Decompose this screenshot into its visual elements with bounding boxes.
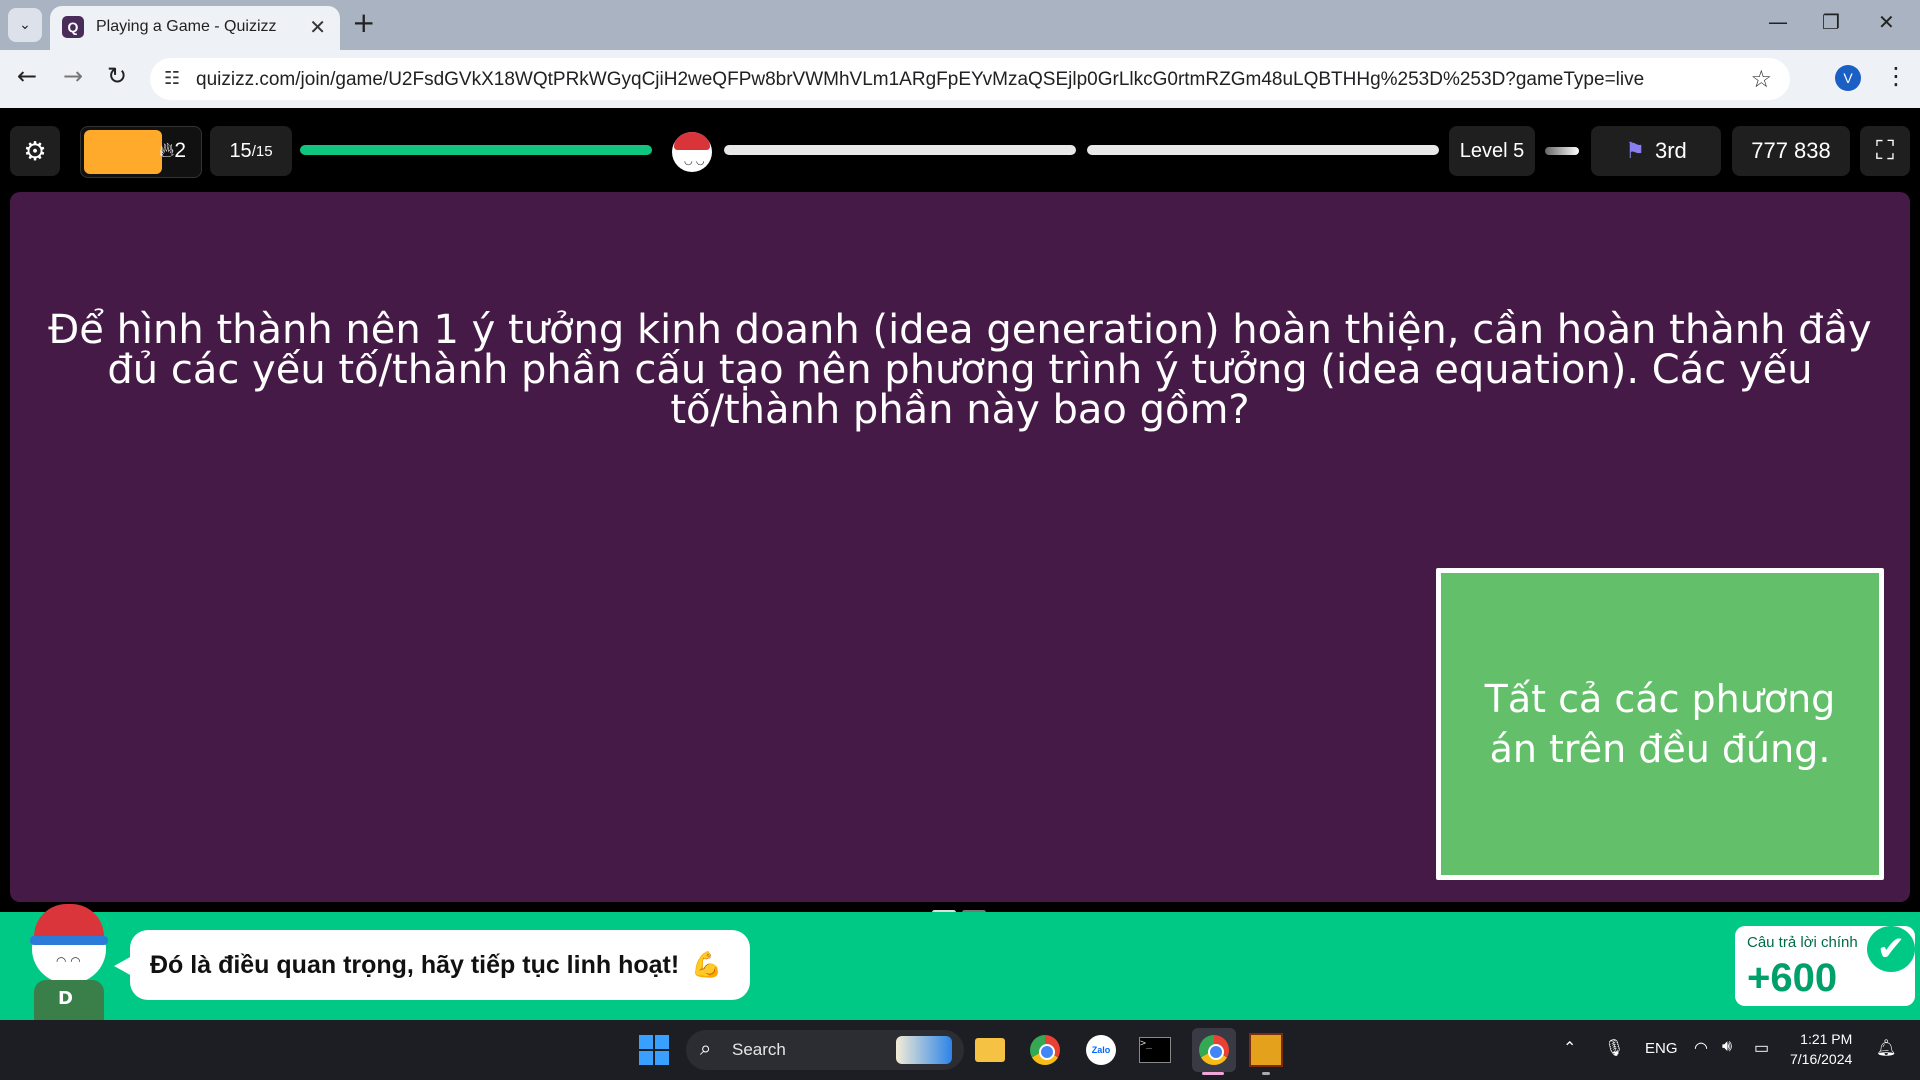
battery-icon[interactable]: ▭ [1754,1038,1769,1058]
reload-icon[interactable]: ↻ [100,62,134,90]
avatar-face: ◡ ◡ [684,156,705,167]
back-arrow-icon[interactable]: ← [10,62,44,90]
input-language[interactable]: ENG [1645,1040,1678,1057]
chrome-profile-active-icon[interactable] [1192,1028,1236,1072]
feedback-speech-bubble: Đó là điều quan trọng, hãy tiếp tục linh… [114,930,750,1000]
fullscreen-icon[interactable]: ⛶ [1860,126,1910,176]
microphone-icon[interactable]: 🎙︎ [1604,1038,1624,1058]
active-app-indicator [1202,1072,1224,1075]
tab-close-icon[interactable]: ✕ [309,15,326,39]
tab-title: Playing a Game - Quizizz [96,18,277,35]
address-bar[interactable]: ☷ quizizz.com/join/game/U2FsdGVkX18WQtPR… [150,58,1790,100]
system-clock[interactable]: 1:21 PM 7/16/2024 [1790,1029,1852,1069]
browser-tab-active[interactable]: Q Playing a Game - Quizizz ✕ [50,6,340,50]
mascot-character: ◠ ◠ D [22,892,116,1020]
streak-counter: 🔥︎2 [159,139,186,163]
zalo-icon[interactable]: Zalo [1083,1032,1119,1068]
score-display: 777 838 [1732,126,1850,176]
progress-segment-completed [300,145,652,155]
settings-gear-icon[interactable]: ⚙ [10,126,60,176]
powerup-streak-widget[interactable]: 🔥︎2 [80,126,202,178]
reward-card: Câu trả lời chính +600 ✔ [1735,926,1915,1006]
tray-overflow-chevron-icon[interactable]: ⌃ [1563,1038,1576,1058]
volume-icon[interactable]: 🔊︎ [1722,1038,1732,1056]
search-highlight-art [896,1036,952,1064]
reward-label: Câu trả lời chính [1747,934,1858,951]
taskbar-search-box[interactable]: ⌕ Search [686,1030,964,1070]
game-top-bar: ⚙ 🔥︎2 15/15 ◡ ◡ Level 5 ⚑ 3rd 777 838 ⛶ [0,108,1920,192]
search-icon: ⌕ [700,1036,712,1060]
player-avatar: ◡ ◡ [672,132,712,172]
level-progress-bar [1545,147,1579,155]
flame-icon: 🔥︎ [159,139,175,162]
clock-time: 1:21 PM [1800,1031,1853,1047]
game-app-icon[interactable] [1248,1032,1284,1068]
checkmark-icon: ✔ [1867,926,1915,972]
mascot-jacket-letter: D [58,988,73,1009]
question-total: /15 [251,142,273,160]
reward-points: +600 [1747,956,1838,1000]
clock-date: 7/16/2024 [1790,1051,1853,1067]
browser-menu-icon[interactable]: ⋮ [1884,62,1908,90]
quizizz-favicon-icon: Q [62,16,84,38]
file-explorer-icon[interactable] [972,1032,1008,1068]
terminal-icon[interactable]: >_ [1137,1032,1173,1068]
answer-option-correct[interactable]: Tất cả các phương án trên đều đúng. [1436,568,1884,880]
forward-arrow-icon[interactable]: → [56,62,90,90]
close-window-icon[interactable]: ✕ [1878,10,1895,34]
feedback-message: Đó là điều quan trọng, hãy tiếp tục linh… [150,950,680,979]
profile-avatar[interactable]: V [1835,65,1861,91]
tab-search-chevron-icon[interactable]: ⌄ [8,8,42,42]
mascot-face: ◠ ◠ [56,954,81,968]
minimize-icon[interactable]: — [1768,10,1788,34]
question-panel: Để hình thành nên 1 ý tưởng kinh doanh (… [10,192,1910,902]
bookmark-star-icon[interactable]: ☆ [1750,65,1772,93]
url-text[interactable]: quizizz.com/join/game/U2FsdGVkX18WQtPRkW… [196,69,1644,91]
notification-bell-icon[interactable]: 🔔︎ [1876,1038,1896,1058]
restore-icon[interactable]: ❐ [1822,10,1840,34]
windows-taskbar: ⌕ Search Zalo >_ ⌃ 🎙︎ ENG ◠ 🔊︎ ▭ 1:21 PM… [0,1020,1920,1080]
level-badge: Level 5 [1449,126,1535,176]
flexed-arm-icon: 💪 [691,950,723,979]
powerup-meter [84,130,162,174]
mascot-headband [30,936,108,945]
progress-segment-3 [1087,145,1439,155]
taskbar-search-label: Search [732,1040,786,1059]
progress-segment-2 [724,145,1076,155]
browser-tab-bar: ⌄ Q Playing a Game - Quizizz ✕ + — ❐ ✕ [0,0,1920,50]
question-current: 15 [229,139,252,162]
windows-start-icon[interactable] [636,1032,672,1068]
medal-icon: ⚑ [1625,138,1645,163]
question-text: Để hình thành nên 1 ý tưởng kinh doanh (… [48,307,1872,433]
browser-toolbar: ← → ↻ ☷ quizizz.com/join/game/U2FsdGVkX1… [0,50,1920,108]
feedback-banner: ◠ ◠ D Đó là điều quan trọng, hãy tiếp tụ… [0,904,1920,1020]
streak-value: 2 [174,139,187,162]
rank-value: 3rd [1654,138,1687,163]
site-settings-icon[interactable]: ☷ [164,68,180,89]
avatar-cap [674,132,710,150]
wifi-icon[interactable]: ◠ [1694,1038,1708,1058]
running-app-indicator [1262,1072,1270,1075]
chrome-icon[interactable] [1027,1032,1063,1068]
rank-badge: ⚑ 3rd [1591,126,1721,176]
new-tab-plus-icon[interactable]: + [352,8,375,38]
question-counter: 15/15 [210,126,292,176]
